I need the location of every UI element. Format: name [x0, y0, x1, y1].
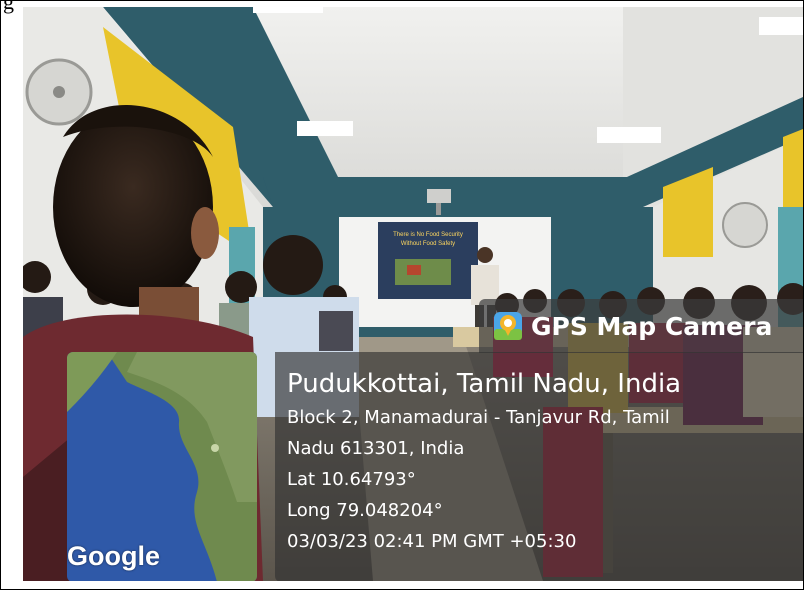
map-thumbnail: Google [67, 352, 257, 581]
latitude: Lat 10.64793° [287, 469, 416, 490]
cut-off-text: g [3, 0, 14, 14]
longitude: Long 79.048204° [287, 500, 443, 521]
document-frame: g There is No Food Security Without Food… [0, 0, 804, 590]
map-attribution: Google [67, 541, 160, 571]
datetime: 03/03/23 02:41 PM GMT +05:30 [287, 531, 577, 552]
address-line-2: Nadu 613301, India [287, 438, 465, 459]
slide-line-2: Without Food Safety [401, 241, 455, 247]
address-line-1: Block 2, Manamadurai - Tanjavur Rd, Tami… [287, 407, 670, 428]
classroom-photo: There is No Food Security Without Food S… [23, 7, 803, 581]
location-info-panel: Pudukkottai, Tamil Nadu, India Block 2, … [275, 352, 803, 581]
place-title: Pudukkottai, Tamil Nadu, India [287, 369, 682, 399]
app-name: GPS Map Camera [531, 311, 773, 341]
map-pin-icon [494, 312, 522, 340]
gps-app-badge: GPS Map Camera [479, 299, 803, 353]
slide-line-1: There is No Food Security [393, 232, 463, 238]
